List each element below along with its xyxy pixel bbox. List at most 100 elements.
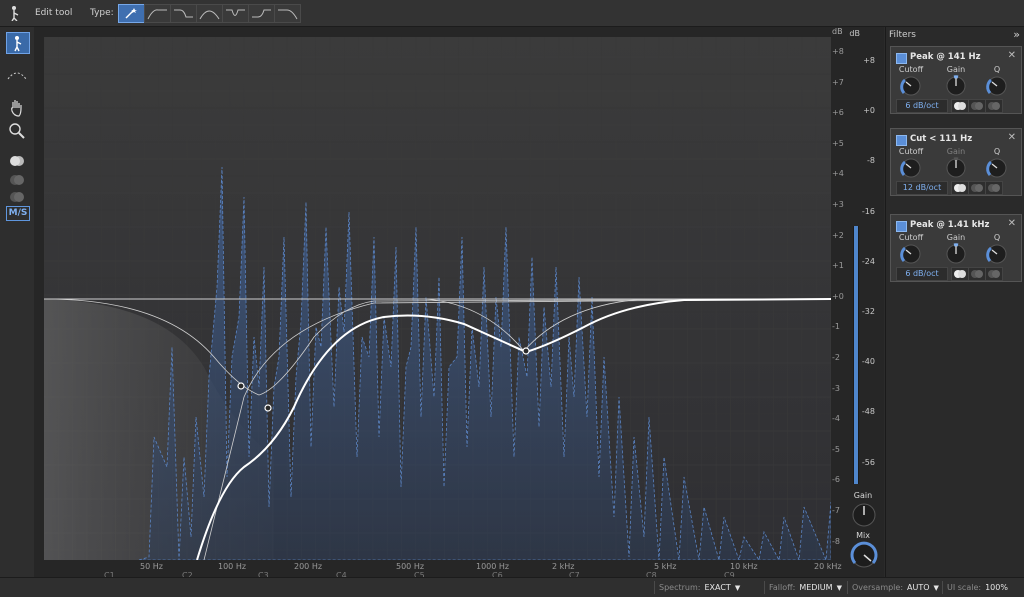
cutoff-knob[interactable] xyxy=(899,74,923,98)
stereo-mid-button[interactable] xyxy=(6,151,28,171)
stereo-right-icon xyxy=(988,270,1000,278)
highpass-icon xyxy=(147,9,167,20)
type-label: Type: xyxy=(90,8,114,18)
type-bandpass-button[interactable] xyxy=(196,4,223,23)
filters-panel: Filters » Peak @ 141 Hz ✕ Cutoff Gain Q 6 dB/… xyxy=(885,27,1024,577)
magnifier-icon xyxy=(9,123,25,139)
oversample-select[interactable]: Oversample: AUTO ▼ xyxy=(847,581,942,594)
stereo-right-button[interactable] xyxy=(985,99,1003,113)
edit-tool-label: Edit tool xyxy=(35,8,73,18)
gain-knob[interactable] xyxy=(944,74,968,98)
db-tick-label: -1 xyxy=(832,322,840,332)
db-tick-label: +0 xyxy=(832,291,844,301)
stereo-mid-button[interactable] xyxy=(951,267,969,281)
meter-tick-label: +0 xyxy=(863,106,875,116)
output-level-meter xyxy=(853,226,859,484)
gain-knob[interactable] xyxy=(944,242,968,266)
status-bar: Spectrum: EXACT ▼ Falloff: MEDIUM ▼ Oversamp… xyxy=(0,577,1024,597)
ui-scale-field[interactable]: UI scale: 100% xyxy=(942,581,1023,594)
gain-knob-label: Gain xyxy=(946,233,966,242)
close-icon[interactable]: ✕ xyxy=(1008,218,1016,229)
filter-type-buttons xyxy=(118,4,301,23)
mix-knob[interactable] xyxy=(849,540,879,570)
edit-tool-icon[interactable] xyxy=(8,5,24,21)
meter-tick-label: -40 xyxy=(861,357,875,367)
filter-enable-checkbox[interactable] xyxy=(896,221,907,232)
q-knob[interactable] xyxy=(985,74,1009,98)
close-icon[interactable]: ✕ xyxy=(1008,132,1016,143)
cutoff-knob[interactable] xyxy=(899,242,923,266)
stereo-left-button[interactable] xyxy=(968,99,986,113)
db-tick-label: -3 xyxy=(832,383,840,393)
slope-unit: dB/oct xyxy=(912,269,939,278)
slope-value: 6 xyxy=(905,101,911,110)
filter-node-cut-111hz[interactable] xyxy=(264,404,272,412)
filters-title: Filters xyxy=(889,30,916,40)
meter-tick-label: -8 xyxy=(867,156,875,166)
q-knob[interactable] xyxy=(985,242,1009,266)
db-tick-label: -5 xyxy=(832,444,840,454)
hand-icon xyxy=(11,100,22,117)
mix-knob-label: Mix xyxy=(856,531,870,540)
type-wand-button[interactable] xyxy=(118,4,145,23)
filter-card[interactable]: Cut < 111 Hz ✕ Cutoff Gain Q 12 dB/oct xyxy=(890,128,1022,196)
gain-knob[interactable] xyxy=(944,156,968,180)
type-lowshelf-button[interactable] xyxy=(170,4,197,23)
filter-enable-checkbox[interactable] xyxy=(896,135,907,146)
stereo-left-button[interactable] xyxy=(968,181,986,195)
filter-node-peak-1-41khz[interactable] xyxy=(522,347,530,355)
slope-selector[interactable]: 6 dB/oct xyxy=(896,99,948,113)
filter-node-peak-141hz[interactable] xyxy=(237,382,245,390)
meter-tick-label: -24 xyxy=(861,256,875,266)
oversample-value: AUTO xyxy=(907,583,930,592)
db-tick-label: +3 xyxy=(832,200,844,209)
db-tick-label: +2 xyxy=(832,230,844,240)
close-icon[interactable]: ✕ xyxy=(1008,50,1016,61)
stereo-left-button[interactable] xyxy=(968,267,986,281)
collapse-panel-button[interactable]: » xyxy=(1013,28,1020,41)
pointer-tool-button[interactable] xyxy=(6,32,30,54)
gain-knob-label: Gain xyxy=(946,65,966,74)
notch-icon xyxy=(226,9,245,16)
frequency-tick-label: 1000 Hz xyxy=(476,562,510,571)
db-tick-label: +8 xyxy=(832,47,844,56)
type-highshelf-button[interactable] xyxy=(248,4,275,23)
hand-tool-button[interactable] xyxy=(6,98,28,118)
zoom-tool-button[interactable] xyxy=(6,121,28,141)
filter-card[interactable]: Peak @ 1.41 kHz ✕ Cutoff Gain Q 6 dB/oct xyxy=(890,214,1022,282)
filter-title: Peak @ 141 Hz xyxy=(910,52,981,62)
eq-plot[interactable] xyxy=(43,37,832,568)
stereo-right-button[interactable] xyxy=(985,267,1003,281)
cutoff-knob[interactable] xyxy=(899,156,923,180)
type-lowpass-button[interactable] xyxy=(274,4,301,23)
falloff-select[interactable]: Falloff: MEDIUM ▼ xyxy=(764,581,847,594)
cutoff-knob-label: Cutoff xyxy=(898,147,924,156)
top-toolbar: Edit tool Type: xyxy=(0,0,1024,27)
filter-enable-checkbox[interactable] xyxy=(896,53,907,64)
mid-side-toggle[interactable]: M/S xyxy=(6,206,30,221)
spectrum-select[interactable]: Spectrum: EXACT ▼ xyxy=(654,581,763,594)
curve-tool-button[interactable] xyxy=(6,65,28,85)
cutoff-knob-label: Cutoff xyxy=(898,233,924,242)
type-notch-button[interactable] xyxy=(222,4,249,23)
slope-selector[interactable]: 12 dB/oct xyxy=(896,181,948,195)
db-tick-label: +4 xyxy=(832,169,844,179)
eq-display[interactable]: dB +8 +7 +6 +5 +4 +3 +2 +1 +0 -1 -2 -3 -4 -5 -6 -7 -8 50… xyxy=(34,27,884,580)
filter-card[interactable]: Peak @ 141 Hz ✕ Cutoff Gain Q 6 dB/oct xyxy=(890,46,1022,114)
q-knob[interactable] xyxy=(985,156,1009,180)
stereo-mid-button[interactable] xyxy=(951,181,969,195)
output-gain-knob[interactable] xyxy=(850,502,878,528)
eq-graph-svg[interactable] xyxy=(43,37,832,568)
chevron-down-icon: ▼ xyxy=(836,584,842,592)
type-highpass-button[interactable] xyxy=(144,4,171,23)
stereo-right-icon xyxy=(988,102,1000,110)
stereo-mid-button[interactable] xyxy=(951,99,969,113)
oversample-label: Oversample: xyxy=(852,583,904,592)
slope-unit: dB/oct xyxy=(912,101,939,110)
stereo-right-button[interactable] xyxy=(6,187,28,207)
slope-selector[interactable]: 6 dB/oct xyxy=(896,267,948,281)
stereo-right-button[interactable] xyxy=(985,181,1003,195)
db-tick-label: +6 xyxy=(832,108,844,118)
db-tick-label: +7 xyxy=(832,77,844,87)
db-tick-label: -8 xyxy=(832,536,840,546)
